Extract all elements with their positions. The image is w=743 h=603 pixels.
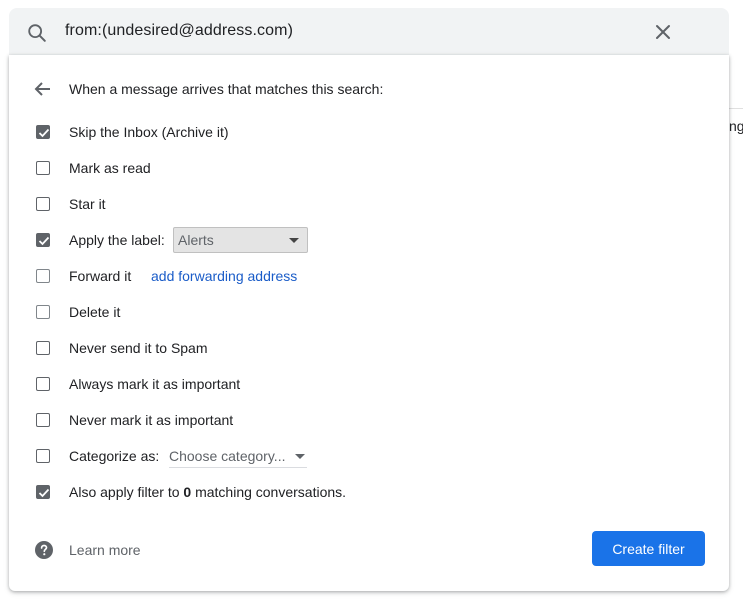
close-icon[interactable] [651,20,675,44]
never-spam-checkbox[interactable] [36,341,50,355]
background-partial-text: ng [729,118,743,134]
filter-header: When a message arrives that matches this… [69,81,384,97]
apply-existing-label: Also apply filter to 0 matching conversa… [69,484,346,500]
option-skip-inbox[interactable]: Skip the Inbox (Archive it) [9,121,729,145]
search-bar[interactable]: from:(undesired@address.com) [9,8,729,56]
delete-label: Delete it [69,304,121,320]
delete-checkbox[interactable] [36,305,50,319]
star-checkbox[interactable] [36,197,50,211]
dropdown-caret-icon [295,454,305,459]
mark-read-checkbox[interactable] [36,161,50,175]
apply-label-checkbox[interactable] [36,233,50,247]
always-important-label: Always mark it as important [69,376,241,392]
option-never-important[interactable]: Never mark it as important [9,409,729,433]
star-label: Star it [69,196,106,212]
create-filter-button[interactable]: Create filter [592,531,705,566]
label-select-value: Alerts [178,232,214,248]
apply-existing-suffix: matching conversations. [195,484,347,500]
check-icon [38,236,50,246]
help-icon[interactable] [35,541,53,559]
always-important-checkbox[interactable] [36,377,50,391]
option-categorize[interactable]: Categorize as: Choose category... [9,445,729,469]
apply-label-label: Apply the label: [69,232,165,248]
categorize-checkbox[interactable] [36,449,50,463]
category-select[interactable]: Choose category... [169,447,307,468]
matching-count: 0 [183,484,192,500]
option-always-important[interactable]: Always mark it as important [9,373,729,397]
option-star[interactable]: Star it [9,193,729,217]
option-mark-read[interactable]: Mark as read [9,157,729,181]
option-apply-existing[interactable]: Also apply filter to 0 matching conversa… [9,481,729,505]
never-important-checkbox[interactable] [36,413,50,427]
filter-panel: When a message arrives that matches this… [9,55,729,591]
forward-label: Forward it [69,268,132,284]
option-apply-label[interactable]: Apply the label: Alerts [9,227,729,253]
learn-more-link[interactable]: Learn more [69,542,141,558]
option-delete[interactable]: Delete it [9,301,729,325]
forward-checkbox[interactable] [36,269,50,283]
never-important-label: Never mark it as important [69,412,234,428]
apply-existing-prefix: Also apply filter to [69,484,180,500]
arrow-back-icon[interactable] [33,79,53,99]
add-forwarding-address-link[interactable]: add forwarding address [151,268,297,284]
check-icon [38,488,50,498]
check-icon [38,128,50,138]
apply-existing-checkbox[interactable] [36,485,50,499]
option-forward[interactable]: Forward it add forwarding address [9,265,729,289]
category-select-value: Choose category... [169,448,286,464]
background-divider [729,108,743,109]
never-spam-label: Never send it to Spam [69,340,208,356]
search-query[interactable]: from:(undesired@address.com) [65,22,293,40]
label-select[interactable]: Alerts [173,227,308,253]
search-icon[interactable] [26,22,48,44]
skip-inbox-checkbox[interactable] [36,125,50,139]
dropdown-caret-icon [289,238,299,243]
skip-inbox-label: Skip the Inbox (Archive it) [69,124,229,140]
mark-read-label: Mark as read [69,160,151,176]
categorize-label: Categorize as: [69,448,160,464]
option-never-spam[interactable]: Never send it to Spam [9,337,729,361]
